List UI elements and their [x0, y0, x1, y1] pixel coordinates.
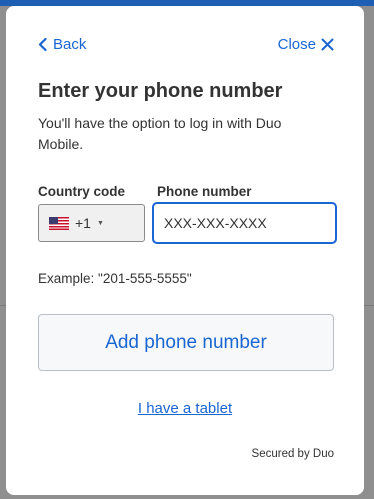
country-code-select[interactable]: +1 ▼: [38, 204, 145, 242]
close-label: Close: [277, 36, 316, 53]
secured-by-footer: Secured by Duo: [251, 448, 334, 460]
chevron-left-icon: [38, 38, 47, 51]
phone-number-dialog: Back Close Enter your phone number You'l…: [6, 6, 364, 495]
caret-down-icon: ▼: [96, 219, 104, 227]
phone-number-input[interactable]: [152, 202, 337, 244]
us-flag-icon: [49, 216, 69, 230]
country-code-label: Country code: [38, 184, 126, 199]
back-label: Back: [53, 36, 87, 53]
back-button[interactable]: Back: [38, 36, 86, 53]
add-phone-number-button[interactable]: Add phone number: [38, 314, 334, 371]
phone-example: Example: "201-555-5555": [38, 271, 192, 286]
phone-number-label: Phone number: [157, 184, 252, 199]
tablet-link[interactable]: I have a tablet: [6, 400, 364, 417]
close-button[interactable]: Close: [278, 36, 334, 53]
page-subtitle: You'll have the option to log in with Du…: [38, 115, 282, 152]
dialog-nav: Back Close: [38, 36, 334, 56]
page-title: Enter your phone number: [38, 80, 283, 102]
country-code-value: +1: [75, 215, 91, 231]
close-icon: [321, 38, 334, 51]
